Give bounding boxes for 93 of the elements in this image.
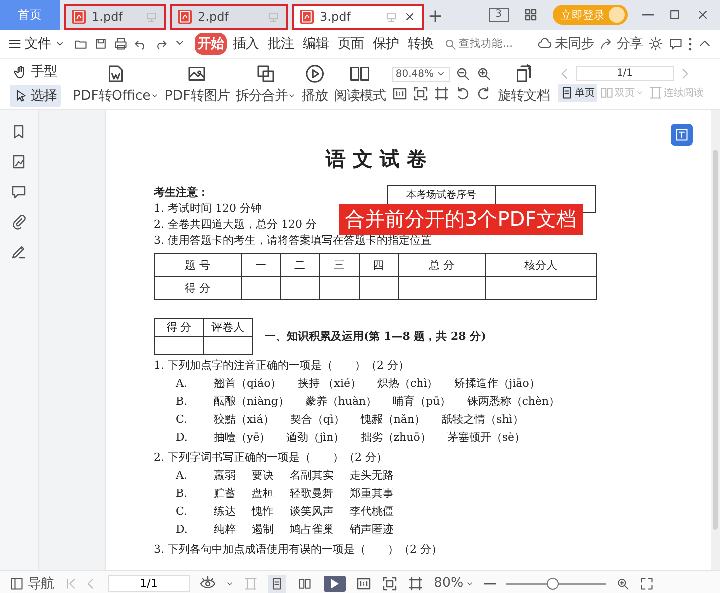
toolbar-button[interactable]: 播放: [300, 64, 330, 104]
option-text: 鸠占雀巢: [290, 522, 334, 538]
document-tab[interactable]: 2.pdf: [170, 4, 288, 30]
tab-label: 2.pdf: [198, 10, 230, 24]
zoom-select[interactable]: 80.48%: [392, 66, 450, 82]
ribbon-tab[interactable]: 编辑: [300, 33, 332, 55]
page-field[interactable]: 1/1: [576, 66, 674, 81]
question-text: 3. 下列各句中加点成语使用有误的一项是（ ）（2 分）: [154, 542, 444, 558]
document-title: 语 文 试 卷: [324, 146, 428, 173]
ribbon-tab[interactable]: 批注: [265, 33, 297, 55]
rotate-button[interactable]: 旋转文档: [496, 64, 552, 104]
option-text: 狡黠（xiá）: [214, 412, 274, 428]
option-text: 谈笑风声: [290, 504, 334, 520]
option-text: 拙劣（zhuō）: [360, 430, 432, 446]
table-cell: 核分人: [485, 254, 596, 276]
file-menu[interactable]: 文件: [25, 35, 65, 53]
option-text: 翘首（qiáo）: [214, 376, 282, 392]
option-text: 哺育（pū）: [393, 394, 452, 410]
ribbon-tab[interactable]: 页面: [335, 33, 367, 55]
option-text: 羸弱: [214, 468, 236, 484]
option-text: 酝酿（niàng）: [214, 394, 290, 410]
question-text: 1. 下列加点字的注音正确的一项是（ ）（2 分）: [154, 358, 410, 374]
option-text: 盘桓: [252, 486, 274, 502]
zoom-select[interactable]: 80%: [434, 576, 474, 591]
option-text: 遏制: [252, 522, 274, 538]
notice-line: 2. 全卷共四道大题，总分 120 分: [154, 218, 317, 231]
option-text: 愧怍: [252, 504, 274, 520]
table-cell: 总 分: [398, 254, 486, 276]
option-text: 挟持 （xié）: [298, 376, 362, 392]
toolbar-button[interactable]: PDF转Office: [71, 64, 161, 104]
tab-label: 1.pdf: [92, 10, 124, 24]
notice-line: 1. 考试时间 120 分钟: [154, 202, 262, 215]
option-text: 郑重其事: [350, 486, 394, 502]
navigation-button[interactable]: 导航: [10, 574, 54, 592]
option-text: 练达: [214, 504, 236, 520]
page-field[interactable]: 1/1: [108, 575, 190, 592]
option-letter: C.: [176, 412, 189, 428]
option-text: 销声匿迹: [350, 522, 394, 538]
ribbon-tab[interactable]: 开始: [195, 33, 227, 55]
toolbar-button[interactable]: 阅读模式: [332, 64, 388, 104]
document-tab[interactable]: 3.pdf: [292, 4, 424, 30]
ribbon-tab[interactable]: 插入: [230, 33, 262, 55]
ribbon-tab[interactable]: 保护: [370, 33, 402, 55]
option-letter: B.: [176, 394, 189, 410]
option-text: 豢养（huàn）: [305, 394, 378, 410]
table-cell: 四: [359, 254, 398, 276]
option-letter: D.: [176, 430, 189, 446]
notice-line: 3. 使用答题卡的考生，请将答案填写在答题卡的指定位置: [154, 234, 432, 247]
option-text: 茅塞顿开（sè）: [447, 430, 526, 446]
toolbar-button[interactable]: 拆分合并: [234, 64, 298, 104]
table-cell: 得 分: [154, 318, 204, 336]
option-text: 名副其实: [290, 468, 334, 484]
search-field[interactable]: 查找功能...: [444, 38, 521, 50]
option-text: 矫揉造作（jiāo）: [454, 376, 540, 392]
tab-label: 3.pdf: [320, 10, 352, 24]
document-tab[interactable]: 1.pdf: [64, 4, 166, 30]
option-text: 轻歌曼舞: [290, 486, 334, 502]
option-text: 纯粹: [214, 522, 236, 538]
table-cell: 题 号: [154, 254, 242, 276]
table-cell: 得 分: [154, 276, 242, 300]
option-text: 契合（qì）: [290, 412, 345, 428]
new-tab-button[interactable]: +: [428, 2, 444, 30]
table-cell: 三: [320, 254, 360, 276]
option-text: 遒劲（jìn）: [286, 430, 345, 446]
option-text: 抽噎（yē）: [214, 430, 271, 446]
sync-button[interactable]: 未同步: [538, 35, 594, 53]
table-cell: 二: [280, 254, 320, 276]
option-text: 铢两悉称（chèn）: [467, 394, 560, 410]
option-letter: C.: [176, 504, 189, 520]
option-text: 舐犊之情（shì）: [442, 412, 524, 428]
ribbon-tab[interactable]: 转换: [405, 33, 437, 55]
option-text: 贮蓄: [214, 486, 236, 502]
option-text: 走头无路: [350, 468, 394, 484]
option-letter: B.: [176, 486, 189, 502]
option-text: 要诀: [252, 468, 274, 484]
option-text: 李代桃僵: [350, 504, 394, 520]
tool-button[interactable]: 手型: [10, 61, 61, 83]
option-letter: A.: [176, 468, 188, 484]
question-text: 2. 下列字词书写正确的一项是（ ）（2 分）: [154, 450, 388, 466]
share-button[interactable]: 分享: [600, 35, 643, 53]
view-button[interactable]: 单页: [558, 84, 597, 102]
table-cell: 一: [241, 254, 281, 276]
option-letter: A.: [176, 376, 188, 392]
toolbar-button[interactable]: PDF转图片: [162, 64, 232, 104]
option-text: 愧赧（nǎn）: [360, 412, 426, 428]
annotation-label: 合并前分开的3个PDF文档: [339, 204, 583, 235]
table-cell: 评卷人: [204, 318, 252, 336]
tool-button[interactable]: 选择: [10, 85, 61, 107]
notice-title: 考生注意：: [154, 185, 210, 201]
section-heading: 一、知识积累及运用(第 1—8 题，共 28 分): [265, 329, 486, 344]
option-text: 炽热（chì）: [377, 376, 438, 392]
option-letter: D.: [176, 522, 189, 538]
layout-button[interactable]: 3: [488, 8, 509, 22]
